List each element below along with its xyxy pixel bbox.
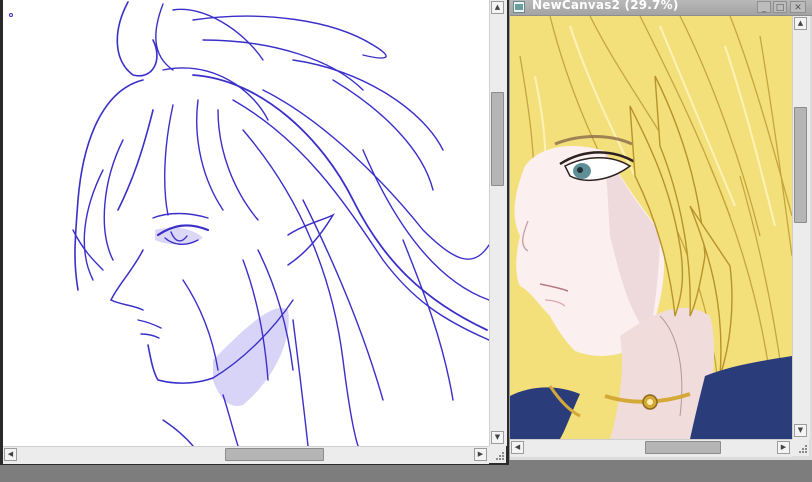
window-corner [489, 446, 506, 463]
scroll-up-arrow-icon[interactable]: ▲ [794, 17, 807, 30]
window-titlebar[interactable]: NewCanvas2 (29.7%) _ □ ✕ [510, 0, 812, 16]
window-title: NewCanvas2 (29.7%) [532, 0, 679, 12]
resize-grip-icon[interactable] [796, 443, 808, 455]
vertical-scroll-thumb[interactable] [794, 107, 807, 223]
sketch-canvas[interactable] [3, 0, 489, 446]
sketch-horizontal-scrollbar[interactable]: ◀ ▶ [3, 446, 489, 464]
scroll-right-arrow-icon[interactable]: ▶ [474, 448, 487, 461]
canvas-window-icon [513, 1, 525, 13]
scroll-down-arrow-icon[interactable]: ▼ [491, 431, 504, 444]
painting-artwork [510, 16, 792, 439]
minimize-button[interactable]: _ [757, 1, 771, 13]
window-corner [792, 439, 809, 456]
painting-horizontal-scrollbar[interactable]: ◀ ▶ [510, 439, 792, 457]
horizontal-scroll-thumb[interactable] [225, 448, 324, 461]
painting-vertical-scrollbar[interactable]: ▲ ▼ [792, 16, 810, 439]
maximize-button[interactable]: □ [773, 1, 787, 13]
sketch-canvas-window: ▲ ▼ ◀ ▶ [0, 0, 509, 465]
sketch-vertical-scrollbar[interactable]: ▲ ▼ [489, 0, 507, 446]
scroll-right-arrow-icon[interactable]: ▶ [777, 441, 790, 454]
scroll-down-arrow-icon[interactable]: ▼ [794, 424, 807, 437]
painting-canvas-window: NewCanvas2 (29.7%) _ □ ✕ ▲ ▼ ◀ ▶ [509, 0, 812, 460]
scroll-left-arrow-icon[interactable]: ◀ [511, 441, 524, 454]
scroll-up-arrow-icon[interactable]: ▲ [491, 1, 504, 14]
vertical-scroll-thumb[interactable] [491, 92, 504, 186]
close-button[interactable]: ✕ [790, 1, 806, 13]
scroll-left-arrow-icon[interactable]: ◀ [4, 448, 17, 461]
painting-canvas[interactable] [510, 16, 792, 439]
horizontal-scroll-thumb[interactable] [645, 441, 721, 454]
sketch-artwork [9, 1, 489, 446]
resize-grip-icon[interactable] [493, 450, 505, 462]
workspace-background [0, 465, 812, 482]
